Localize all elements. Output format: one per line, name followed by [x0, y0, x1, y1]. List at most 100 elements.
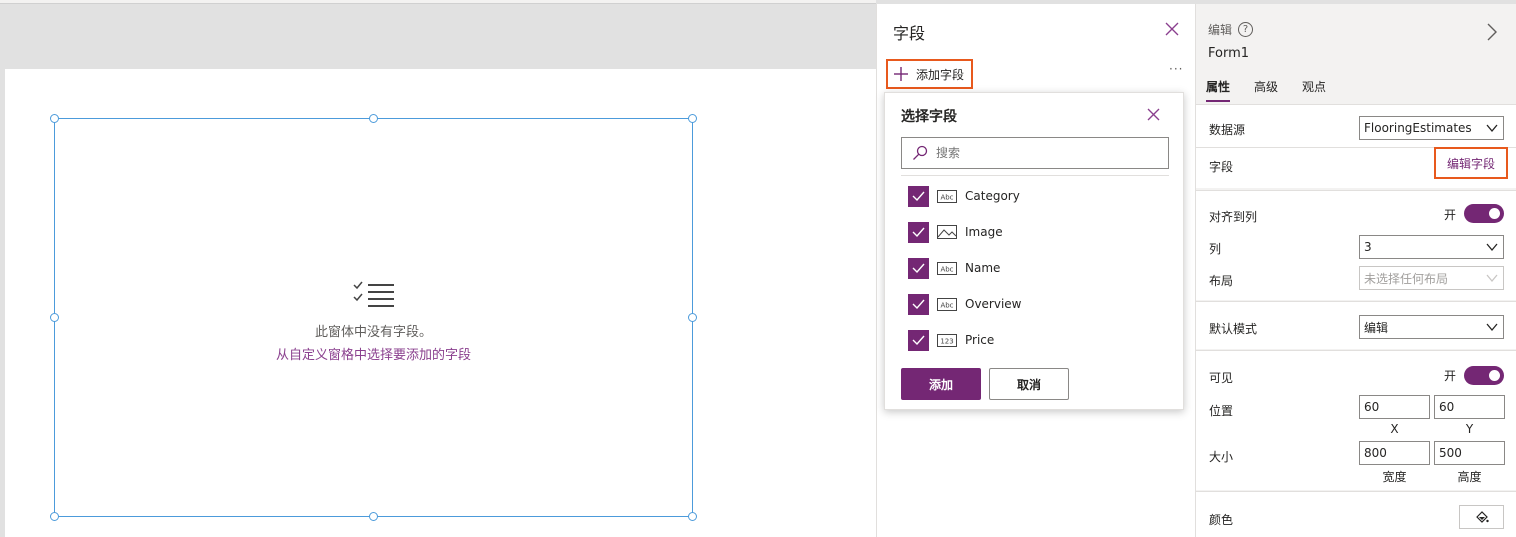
data-source-value: FlooringEstimates: [1364, 121, 1472, 135]
field-item-overview[interactable]: Abc Overview: [908, 293, 1158, 315]
visible-state: 开: [1444, 369, 1457, 383]
color-label: 颜色: [1209, 513, 1234, 527]
field-item-category[interactable]: Abc Category: [908, 185, 1158, 207]
layout-value: 未选择任何布局: [1364, 271, 1449, 286]
y-label: Y: [1465, 422, 1474, 436]
field-item-price[interactable]: 123 Price: [908, 329, 1158, 351]
position-y-value: 60: [1439, 400, 1455, 414]
checkbox-checked[interactable]: [908, 293, 929, 315]
add-field-label: 添加字段: [916, 67, 965, 82]
divider: [901, 175, 1169, 176]
more-options-icon[interactable]: ···: [1169, 62, 1183, 76]
field-name: Name: [965, 261, 1001, 275]
search-field-box[interactable]: [901, 137, 1169, 169]
resize-handle-bottom-left[interactable]: [50, 512, 59, 521]
popup-title: 选择字段: [901, 109, 957, 125]
height-label: 高度: [1457, 470, 1482, 484]
snap-to-columns-label: 对齐到列: [1209, 210, 1258, 224]
paint-bucket-icon: [1475, 511, 1489, 523]
position-label: 位置: [1209, 404, 1234, 418]
plus-icon: [894, 67, 908, 81]
default-mode-section: 默认模式 编辑: [1196, 301, 1516, 349]
field-name: Image: [965, 225, 1003, 239]
svg-text:Abc: Abc: [940, 265, 953, 273]
snap-to-columns-toggle[interactable]: [1464, 204, 1504, 223]
text-abc-icon: Abc: [937, 189, 957, 203]
resize-handle-bottom[interactable]: [369, 512, 378, 521]
layout-label: 布局: [1209, 274, 1234, 288]
number-123-icon: 123: [937, 333, 957, 347]
height-value: 500: [1439, 446, 1462, 460]
visible-label: 可见: [1209, 371, 1234, 385]
resize-handle-bottom-right[interactable]: [688, 512, 697, 521]
size-label: 大小: [1209, 450, 1234, 464]
properties-tabs: 属性 高级 观点: [1206, 78, 1350, 102]
chevron-down-icon: [1486, 323, 1498, 332]
properties-panel: 编辑 ? Form1 属性 高级 观点 数据源 FlooringEstimate…: [1196, 4, 1516, 537]
resize-handle-top-right[interactable]: [688, 114, 697, 123]
svg-text:Abc: Abc: [940, 301, 953, 309]
tab-advanced[interactable]: 高级: [1254, 78, 1290, 99]
layout-dropdown[interactable]: 未选择任何布局: [1359, 266, 1504, 290]
close-icon[interactable]: [1165, 22, 1179, 36]
field-name: Price: [965, 333, 995, 347]
checkbox-checked[interactable]: [908, 185, 929, 207]
empty-form-message: 此窗体中没有字段。: [314, 325, 432, 340]
checkbox-checked[interactable]: [908, 221, 929, 243]
resize-handle-top[interactable]: [369, 114, 378, 123]
default-mode-dropdown[interactable]: 编辑: [1359, 315, 1504, 339]
tab-ideas[interactable]: 观点: [1302, 78, 1338, 99]
columns-label: 列: [1209, 242, 1222, 256]
text-abc-icon: Abc: [937, 261, 957, 275]
checklist-icon: [353, 281, 394, 307]
width-input[interactable]: 800: [1359, 441, 1430, 465]
empty-form-hint-link[interactable]: 从自定义窗格中选择要添加的字段: [54, 344, 693, 363]
help-icon[interactable]: ?: [1238, 22, 1254, 37]
choose-field-popup: 选择字段 Abc Category Image Abc Name Abc Ove…: [884, 92, 1184, 410]
field-item-name[interactable]: Abc Name: [908, 257, 1158, 279]
cancel-button[interactable]: 取消: [989, 368, 1069, 400]
field-name: Overview: [965, 297, 1022, 311]
checkbox-checked[interactable]: [908, 257, 929, 279]
default-mode-value: 编辑: [1364, 320, 1389, 335]
x-label: X: [1390, 422, 1399, 436]
add-field-button[interactable]: 添加字段: [886, 59, 973, 89]
tab-properties[interactable]: 属性: [1206, 78, 1242, 102]
position-x-value: 60: [1364, 400, 1380, 414]
display-section: 可见 开 位置 60 60 X Y 大小 800 500 宽度 高度: [1196, 350, 1516, 490]
chevron-right-icon[interactable]: [1486, 23, 1498, 41]
columns-dropdown[interactable]: 3: [1359, 235, 1504, 259]
checkbox-checked[interactable]: [908, 329, 929, 351]
form-control-selection[interactable]: [54, 118, 693, 517]
control-name: Form1: [1208, 46, 1250, 61]
position-y-input[interactable]: 60: [1434, 395, 1505, 419]
width-label: 宽度: [1382, 470, 1407, 484]
chevron-down-icon: [1486, 274, 1498, 283]
color-picker-button[interactable]: [1459, 505, 1504, 529]
close-icon[interactable]: [1147, 108, 1160, 121]
height-input[interactable]: 500: [1434, 441, 1505, 465]
visible-toggle[interactable]: [1464, 366, 1504, 385]
control-type: 编辑 ?: [1208, 21, 1254, 38]
chevron-down-icon: [1486, 124, 1498, 133]
chevron-down-icon: [1486, 243, 1498, 252]
position-x-input[interactable]: 60: [1359, 395, 1430, 419]
resize-handle-top-left[interactable]: [50, 114, 59, 123]
data-source-dropdown[interactable]: FlooringEstimates: [1359, 116, 1504, 140]
data-source-label: 数据源: [1209, 123, 1246, 137]
top-bar: [0, 0, 876, 4]
columns-value: 3: [1364, 240, 1372, 254]
control-type-label: 编辑: [1208, 23, 1233, 37]
image-icon: [937, 225, 957, 239]
search-icon: [913, 145, 928, 160]
search-input[interactable]: [936, 146, 1156, 160]
field-item-image[interactable]: Image: [908, 221, 1158, 243]
text-abc-icon: Abc: [937, 297, 957, 311]
add-button[interactable]: 添加: [901, 368, 981, 400]
fields-label: 字段: [1209, 160, 1234, 174]
snap-to-columns-state: 开: [1444, 208, 1457, 222]
default-mode-label: 默认模式: [1209, 322, 1258, 336]
edit-fields-button[interactable]: 编辑字段: [1434, 147, 1508, 179]
layout-section: 对齐到列 开 列 3 布局 未选择任何布局: [1196, 190, 1516, 300]
svg-text:Abc: Abc: [940, 193, 953, 201]
